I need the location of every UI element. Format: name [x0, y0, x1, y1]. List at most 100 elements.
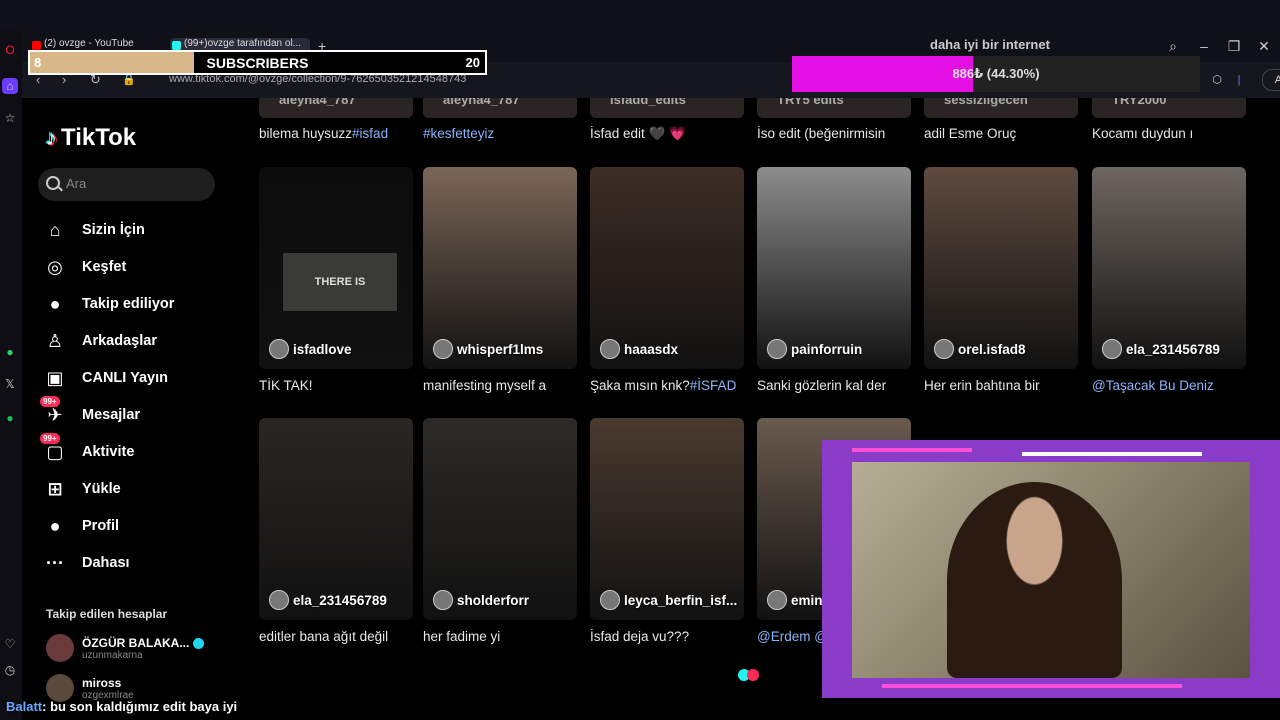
- extension-cube-icon[interactable]: ⬡: [1206, 70, 1228, 90]
- close-window-button[interactable]: ✕: [1256, 38, 1272, 55]
- embedded-video-preview: THERE IS: [283, 253, 397, 311]
- video-author[interactable]: haaasdx: [600, 339, 678, 359]
- tab-label: (2) ovzge - YouTube: [44, 38, 134, 49]
- video-caption[interactable]: adil Esme Oruç: [924, 126, 1082, 141]
- avatar: [767, 590, 787, 610]
- tiktok-note-icon: ♪: [46, 125, 57, 150]
- search-placeholder: Ara: [66, 176, 87, 191]
- ai-button[interactable]: AI: [1262, 69, 1280, 91]
- video-author[interactable]: isfadlove: [269, 339, 352, 359]
- nav-item[interactable]: ♙ Arkadaşlar: [44, 326, 157, 356]
- video-caption[interactable]: İso edit (beğenirmisin: [757, 126, 915, 141]
- live-tv-icon: ▣: [46, 367, 64, 388]
- hashtag-link[interactable]: #kesfetteyiz: [423, 126, 494, 141]
- video-card[interactable]: haaasdx: [590, 167, 744, 369]
- video-caption[interactable]: bilema huysuzz#isfad: [259, 126, 417, 141]
- history-icon[interactable]: ◷: [2, 662, 18, 678]
- avatar: [269, 590, 289, 610]
- video-card[interactable]: ela_231456789: [259, 418, 413, 620]
- bookmark-icon[interactable]: ☆: [2, 110, 18, 126]
- search-input[interactable]: Ara: [38, 168, 215, 201]
- author-name: haaasdx: [624, 341, 679, 357]
- video-author[interactable]: whisperf1lms: [433, 339, 543, 359]
- heart-icon[interactable]: ♡: [2, 636, 18, 652]
- video-caption[interactable]: editler bana ağıt değil: [259, 629, 417, 644]
- chat-username: Balatt: [6, 699, 43, 714]
- following-account[interactable]: ÖZGÜR BALAKA... uzunmakarna: [46, 634, 205, 662]
- nav-item[interactable]: ··· Dahası: [44, 548, 130, 578]
- video-caption[interactable]: her fadime yi: [423, 629, 581, 644]
- video-caption[interactable]: İsfad edit 🖤 💗: [590, 126, 748, 142]
- spotify-icon[interactable]: ●: [2, 410, 18, 426]
- video-card[interactable]: leyca_berfin_isf...: [590, 418, 744, 620]
- video-caption[interactable]: İsfad deja vu???: [590, 629, 748, 644]
- video-author[interactable]: leyca_berfin_isf...: [600, 590, 737, 610]
- video-author[interactable]: sholderforr: [433, 590, 529, 610]
- nav-item[interactable]: ✈ 99+ Mesajlar: [40, 396, 140, 430]
- video-caption[interactable]: TİK TAK!: [259, 378, 417, 393]
- compass-icon: ◎: [47, 256, 63, 277]
- minimize-button[interactable]: –: [1196, 38, 1212, 54]
- avatar: [600, 339, 620, 359]
- author-name: emin: [791, 592, 823, 608]
- search-tabs-icon[interactable]: ⌕: [1165, 38, 1181, 55]
- friends-icon: ♙: [46, 330, 64, 351]
- video-card[interactable]: sholderforr: [423, 418, 577, 620]
- video-caption[interactable]: #kesfetteyiz: [423, 126, 581, 141]
- extension-bar-icon[interactable]: |: [1228, 70, 1250, 90]
- video-author[interactable]: emin: [767, 590, 823, 610]
- tiktok-favicon-icon: [172, 41, 181, 50]
- nav-label: Dahası: [82, 555, 130, 571]
- tiktok-sidebar: ♪ TikTok Ara ⌂ Sizin İçin ◎ Keşfet ● Takip ed…: [22, 98, 244, 720]
- following-avatar-icon: ●: [49, 293, 61, 314]
- ai-label: AI: [1274, 74, 1280, 86]
- nav-item[interactable]: ◎ Keşfet: [44, 252, 126, 282]
- video-caption[interactable]: Her erin bahtına bir: [924, 378, 1082, 393]
- search-icon: [46, 176, 60, 190]
- home-icon[interactable]: ⌂: [2, 78, 18, 94]
- nav-item[interactable]: ● Profil: [44, 511, 120, 541]
- nav-item[interactable]: ⊞ Yükle: [44, 474, 120, 504]
- avatar: [934, 339, 954, 359]
- author-name: ela_231456789: [1126, 341, 1220, 357]
- video-caption[interactable]: manifesting myself a: [423, 378, 581, 393]
- chat-text: : bu son kaldığımız edit baya iyi: [42, 699, 238, 714]
- avatar: [46, 674, 74, 702]
- opera-logo-icon[interactable]: O: [2, 42, 18, 58]
- nav-item[interactable]: ● Takip ediliyor: [44, 289, 175, 319]
- video-caption[interactable]: Kocamı duydun ı: [1092, 126, 1250, 141]
- following-name: ÖZGÜR BALAKA...: [82, 635, 190, 650]
- video-author[interactable]: ela_231456789: [269, 590, 387, 610]
- following-account[interactable]: miross ozgexmlrae: [46, 674, 134, 702]
- video-card[interactable]: THERE IS isfadlove: [259, 167, 413, 369]
- nav-item[interactable]: ▣ CANLI Yayın: [44, 363, 168, 393]
- video-caption[interactable]: Şaka mısın knk?#İSFAD: [590, 378, 748, 393]
- video-username: TRY2000: [1112, 98, 1167, 107]
- video-card[interactable]: orel.isfad8: [924, 167, 1078, 369]
- subscriber-goal-bar: 8 SUBSCRIBERS 20: [28, 50, 487, 75]
- caption-text: Her erin bahtına bir: [924, 378, 1040, 393]
- video-author[interactable]: ela_231456789: [1102, 339, 1220, 359]
- frame-decoration: [1022, 452, 1202, 456]
- maximize-button[interactable]: ❐: [1226, 38, 1242, 55]
- caption-text: Şaka mısın knk?: [590, 378, 690, 393]
- tiktok-logo[interactable]: ♪ TikTok: [46, 124, 136, 152]
- video-caption[interactable]: @Taşacak Bu Deniz: [1092, 378, 1250, 393]
- x-icon[interactable]: 𝕏: [2, 376, 18, 392]
- video-author[interactable]: painforruin: [767, 339, 862, 359]
- video-author[interactable]: orel.isfad8: [934, 339, 1026, 359]
- nav-item[interactable]: ⌂ Sizin İçin: [44, 215, 145, 245]
- video-card[interactable]: painforruin: [757, 167, 911, 369]
- nav-label: Takip ediliyor: [82, 296, 175, 312]
- nav-item[interactable]: ▢ 99+ Aktivite: [40, 433, 134, 467]
- video-card[interactable]: whisperf1lms: [423, 167, 577, 369]
- hashtag-link[interactable]: #İSFAD: [690, 378, 737, 393]
- hashtag-link[interactable]: #isfad: [352, 126, 388, 141]
- avatar: [46, 634, 74, 662]
- whatsapp-icon[interactable]: ●: [2, 344, 18, 360]
- video-card[interactable]: ela_231456789: [1092, 167, 1246, 369]
- profile-avatar-icon: ●: [49, 515, 61, 536]
- nav-label: CANLI Yayın: [82, 370, 168, 386]
- video-caption[interactable]: Sanki gözlerin kal der: [757, 378, 915, 393]
- caption-text: bilema huysuzz: [259, 126, 353, 141]
